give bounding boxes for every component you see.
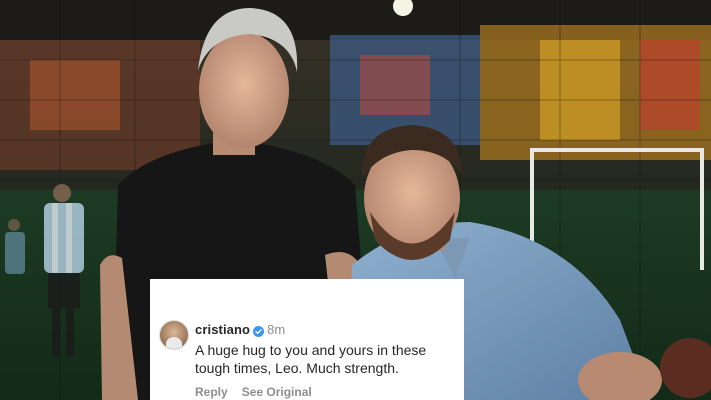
reply-button[interactable]: Reply	[195, 385, 228, 399]
photo-background: cristiano 8m A huge hug to you and yours…	[0, 0, 711, 400]
mural-flag	[640, 40, 700, 130]
verified-badge-icon	[253, 324, 265, 337]
comment-timestamp: 8m	[267, 321, 286, 337]
comment-text: A huge hug to you and yours in these tou…	[195, 342, 427, 376]
see-original-button[interactable]: See Original	[242, 385, 312, 399]
profile-avatar[interactable]	[159, 320, 189, 350]
comment-header: cristiano 8m	[195, 320, 285, 338]
mural-left-accent	[30, 60, 120, 130]
username[interactable]: cristiano	[195, 322, 250, 337]
comment-actions: Reply See Original	[195, 385, 312, 399]
comment-card: cristiano 8m A huge hug to you and yours…	[150, 279, 464, 400]
mural-right-accent	[540, 40, 620, 140]
mural-center-accent	[360, 55, 430, 115]
